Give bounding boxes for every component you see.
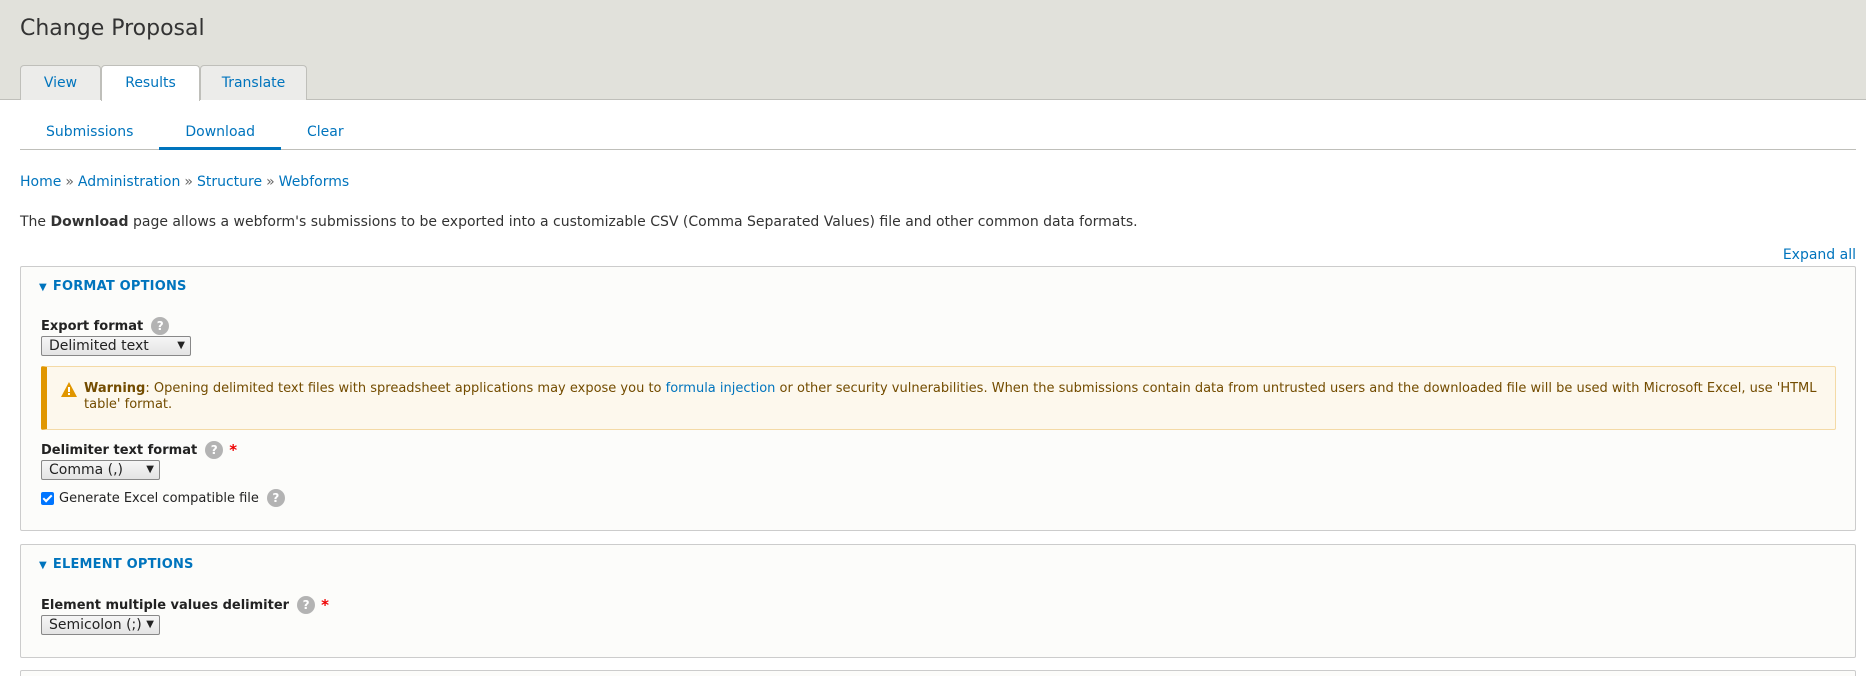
tab-submissions[interactable]: Submissions	[20, 118, 159, 150]
delimiter-format-select[interactable]: Comma (,) ▼	[41, 460, 160, 480]
tab-clear[interactable]: Clear	[281, 118, 370, 150]
page-title: Change Proposal	[20, 16, 205, 41]
page-header: Change Proposal View Results Translate	[0, 0, 1866, 101]
multi-delimiter-label: Element multiple values delimiter ? *	[41, 596, 329, 614]
tab-view[interactable]: View	[20, 65, 101, 100]
intro-bold: Download	[50, 214, 129, 230]
page-description: The Download page allows a webform's sub…	[20, 214, 1138, 230]
warning-label: Warning	[84, 381, 146, 396]
multi-delimiter-label-text: Element multiple values delimiter	[41, 597, 290, 613]
collapse-triangle-icon: ▼	[39, 560, 47, 571]
primary-tabs: View Results Translate	[20, 65, 307, 101]
element-options-fieldset: ▼ ELEMENT OPTIONS Element multiple values…	[20, 544, 1856, 658]
formula-injection-link[interactable]: formula injection	[666, 381, 776, 396]
breadcrumb-structure[interactable]: Structure	[197, 174, 262, 190]
breadcrumb-separator: »	[266, 174, 275, 190]
excel-compatible-checkbox[interactable]	[41, 491, 54, 505]
format-options-title: FORMAT OPTIONS	[52, 279, 187, 294]
tab-translate[interactable]: Translate	[200, 65, 307, 100]
format-options-fieldset: ▼ FORMAT OPTIONS Export format ? Delimite…	[20, 266, 1856, 531]
excel-compatible-label[interactable]: Generate Excel compatible file	[59, 491, 259, 506]
chevron-down-icon: ▼	[146, 464, 154, 475]
delimiter-format-label: Delimiter text format ? *	[41, 441, 237, 459]
element-options-toggle[interactable]: ▼ ELEMENT OPTIONS	[39, 557, 194, 572]
multi-delimiter-value: Semicolon (;)	[49, 617, 142, 633]
help-icon[interactable]: ?	[205, 441, 224, 459]
secondary-tabs: Submissions Download Clear	[20, 118, 1856, 150]
help-icon[interactable]: ?	[266, 489, 285, 507]
multi-delimiter-select[interactable]: Semicolon (;) ▼	[41, 615, 160, 635]
tab-results[interactable]: Results	[101, 65, 200, 101]
warning-icon	[61, 382, 77, 397]
intro-suffix: page allows a webform's submissions to b…	[128, 214, 1138, 230]
export-format-value: Delimited text	[49, 338, 149, 354]
required-marker: *	[229, 441, 238, 459]
breadcrumb: Home» Administration» Structure» Webforms	[20, 174, 349, 190]
warning-message: Warning: Opening delimited text files wi…	[41, 366, 1836, 430]
breadcrumb-separator: »	[65, 174, 74, 190]
help-icon[interactable]: ?	[297, 596, 316, 614]
warning-text: Warning: Opening delimited text files wi…	[84, 381, 1824, 413]
breadcrumb-separator: »	[184, 174, 193, 190]
format-options-toggle[interactable]: ▼ FORMAT OPTIONS	[39, 279, 187, 294]
help-icon[interactable]: ?	[151, 317, 170, 335]
chevron-down-icon: ▼	[177, 340, 185, 351]
chevron-down-icon: ▼	[146, 619, 154, 630]
element-options-title: ELEMENT OPTIONS	[52, 557, 194, 572]
intro-prefix: The	[20, 214, 51, 230]
next-fieldset	[20, 670, 1856, 676]
warning-text-before: : Opening delimited text files with spre…	[145, 381, 666, 396]
breadcrumb-webforms[interactable]: Webforms	[279, 174, 349, 190]
breadcrumb-home[interactable]: Home	[20, 174, 61, 190]
expand-all-link[interactable]: Expand all	[1783, 247, 1856, 263]
delimiter-format-label-text: Delimiter text format	[41, 442, 198, 458]
breadcrumb-administration[interactable]: Administration	[78, 174, 180, 190]
delimiter-format-value: Comma (,)	[49, 462, 124, 478]
required-marker: *	[321, 596, 329, 614]
export-format-select[interactable]: Delimited text ▼	[41, 336, 191, 356]
tab-download[interactable]: Download	[159, 118, 281, 150]
export-format-label-text: Export format	[41, 318, 144, 334]
excel-compatible-row: Generate Excel compatible file ?	[41, 489, 285, 507]
collapse-triangle-icon: ▼	[39, 282, 47, 293]
export-format-label: Export format ?	[41, 317, 170, 335]
